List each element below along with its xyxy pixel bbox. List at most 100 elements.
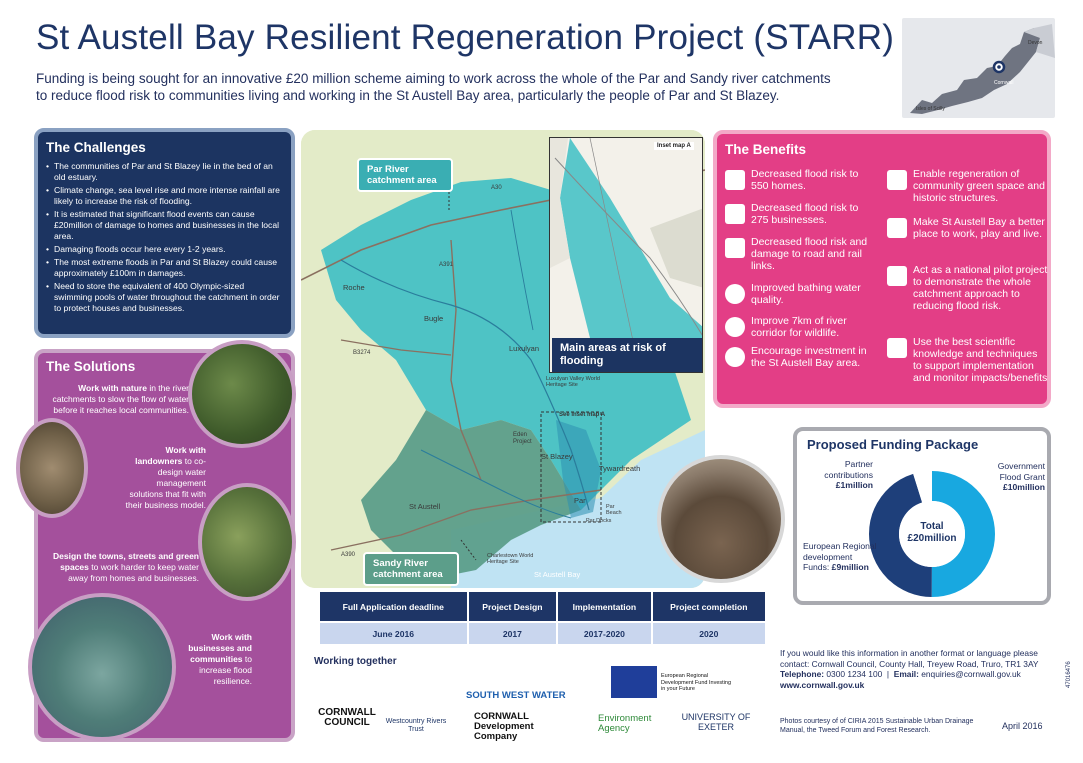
wetland-photo [188, 340, 296, 448]
photo-credits: Photos courtesy of of CIRIA 2015 Sustain… [780, 718, 974, 734]
challenge-item: Damaging floods occur here every 1-2 yea… [46, 244, 283, 255]
email-link[interactable]: enquiries@cornwall.gov.uk [921, 669, 1021, 679]
funding-label-government: Government Flood Grant £10million [997, 461, 1045, 492]
flooded-car-photo [657, 455, 785, 583]
intro-line-1: Funding is being sought for an innovativ… [36, 71, 831, 86]
place-par-docks: Par Docks [586, 518, 612, 524]
water-drop-icon [725, 284, 745, 304]
timeline-header: Implementation [557, 592, 653, 623]
funding-total: Total £20million [897, 521, 967, 545]
place-charlestown: Charlestown World Heritage Site [487, 553, 534, 565]
funding-total-label: Total [920, 521, 944, 532]
funding-total-value: £20million [907, 533, 957, 544]
pilot-project-icon [887, 266, 907, 286]
benefits-panel: The Benefits Decreased flood risk to 550… [713, 130, 1051, 408]
monitor-icon [887, 338, 907, 358]
place-st-austell: St Austell [409, 502, 441, 511]
timeline-value: June 2016 [320, 621, 469, 644]
benefit-item: Use the best scientific knowledge and te… [913, 336, 1048, 384]
place-st-blazey: St Blazey [541, 452, 573, 461]
challenge-item: Climate change, sea level rise and more … [46, 185, 283, 207]
place-roche: Roche [343, 283, 365, 292]
benefits-title: The Benefits [725, 142, 807, 157]
place-luxulyan: Luxulyan [509, 344, 540, 353]
westcountry-rivers-logo: Westcountry Rivers Trust [385, 718, 447, 733]
timeline-value: 2020 [651, 621, 768, 644]
locator-label-scilly: Isles of Scilly [916, 106, 945, 112]
green-space-photo [198, 483, 296, 601]
challenge-item: Need to store the equivalent of 400 Olym… [46, 281, 283, 314]
contact-phone-line: Telephone: 0300 1234 100 | Email: enquir… [780, 669, 1021, 679]
par-catchment-callout: Par River catchment area [357, 158, 453, 192]
intro-line-2: to reduce flood risk to communities livi… [36, 88, 780, 103]
people-icon [887, 218, 907, 238]
intro-text: Funding is being sought for an innovativ… [36, 70, 856, 104]
solution-item: Work with landowners to co-design water … [125, 445, 206, 510]
solutions-title: The Solutions [46, 359, 136, 374]
place-bugle: Bugle [424, 314, 444, 323]
road-rail-icon [725, 238, 745, 258]
cornwall-outline-icon [910, 24, 1055, 114]
timeline-header: Project Design [467, 592, 559, 623]
timeline-value: 2017-2020 [557, 621, 653, 644]
investment-icon [725, 347, 745, 367]
cornwall-council-logo: CORNWALL COUNCIL [318, 707, 376, 728]
south-west-water-logo: SOUTH WEST WATER [466, 690, 566, 701]
benefit-item: Decreased flood risk to 275 businesses. [751, 202, 859, 226]
road-b3274: B3274 [353, 350, 371, 356]
challenges-list: The communities of Par and St Blazey lie… [46, 161, 283, 314]
locator-label-devon: Devon [1028, 40, 1043, 46]
benefit-item: Improve 7km of river corridor for wildli… [751, 315, 847, 339]
partners-heading: Working together [314, 656, 397, 667]
place-tywardreath: Tywardreath [599, 464, 641, 473]
timeline-header-row: Full Application deadline Project Design… [320, 592, 768, 623]
benefit-item: Decreased flood risk and damage to road … [751, 236, 868, 272]
environment-agency-logo: Environment Agency [598, 713, 652, 734]
road-a390: A390 [341, 552, 356, 558]
funding-label-european: European Regional development Funds: £9m… [803, 541, 877, 572]
locator-label-cornwall: Cornwall [994, 80, 1014, 86]
benefit-item: Make St Austell Bay a better place to wo… [913, 216, 1045, 240]
university-exeter-logo: UNIVERSITY OF EXETER [681, 712, 751, 732]
regeneration-icon [887, 170, 907, 190]
solution-item: Work with nature in the river catchments… [52, 383, 189, 415]
challenge-item: The most extreme floods in Par and St Bl… [46, 257, 283, 279]
benefit-item: Encourage investment in the St Austell B… [751, 345, 867, 369]
locator-map: Devon Cornwall Isles of Scilly [902, 18, 1055, 118]
woodland-photo [16, 418, 88, 518]
eu-flag-icon [611, 666, 657, 698]
main-risk-callout: Main areas at risk of flooding [552, 338, 702, 372]
erdf-logo: European Regional Development Fund Inves… [661, 673, 732, 692]
benefit-item: Enable regeneration of community green s… [913, 168, 1045, 204]
page-title: St Austell Bay Resilient Regeneration Pr… [36, 18, 895, 57]
website-link[interactable]: www.cornwall.gov.uk [780, 680, 1070, 691]
place-luxulyan-valley: Luxulyan Valley World Heritage Site [546, 376, 600, 388]
road-a391: A391 [439, 262, 454, 268]
cornwall-development-logo: CORNWALL Development Company [474, 711, 534, 742]
funding-panel: Proposed Funding Package Total £20millio… [793, 427, 1051, 605]
inset-map-a: Inset map A Main areas at risk of floodi… [549, 137, 703, 373]
place-par: Par [574, 496, 586, 505]
place-st-austell-bay: St Austell Bay [534, 570, 581, 579]
road-a30: A30 [491, 185, 502, 191]
place-par-beach: Par Beach [606, 504, 622, 516]
contact-block: If you would like this information in an… [780, 648, 1070, 690]
inset-map-label: Inset map A [654, 142, 694, 150]
challenges-panel: The Challenges The communities of Par an… [34, 128, 295, 338]
contact-line-1: If you would like this information in an… [780, 648, 1038, 658]
benefit-item: Improved bathing water quality. [751, 282, 861, 306]
challenge-item: The communities of Par and St Blazey lie… [46, 161, 283, 183]
funding-label-partner: Partner contributions £1million [824, 459, 873, 490]
businesses-icon [725, 204, 745, 224]
contact-line-2: contact: Cornwall Council, County Hall, … [780, 658, 1039, 669]
solution-item: Design the towns, streets and green spac… [53, 551, 199, 583]
workshop-photo [28, 593, 176, 741]
timeline-header: Project completion [651, 592, 768, 623]
see-inset-label: See inset map A [559, 412, 606, 418]
homes-icon [725, 170, 745, 190]
timeline-table: Full Application deadline Project Design… [320, 592, 768, 644]
publication-date: April 2016 [1002, 721, 1043, 731]
solution-item: Work with businesses and communities to … [188, 632, 252, 686]
timeline-header: Full Application deadline [320, 592, 469, 623]
document-code: 47016476 [1066, 661, 1072, 688]
